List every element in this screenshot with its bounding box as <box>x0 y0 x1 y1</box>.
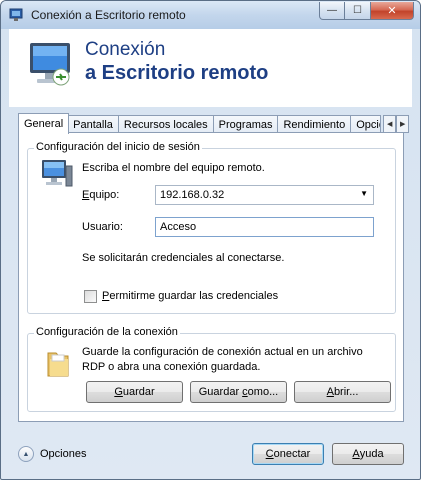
computer-label: Equipo: <box>82 189 120 201</box>
folder-icon <box>47 352 69 377</box>
tab-panel-general: Configuración del inicio de sesión Escri… <box>18 132 404 422</box>
help-button[interactable]: Ayuda <box>332 443 404 465</box>
options-label[interactable]: Opciones <box>40 448 86 460</box>
title-bar[interactable]: Conexión a Escritorio remoto — ☐ ✕ <box>1 1 420 29</box>
instruction-text: Escriba el nombre del equipo remoto. <box>82 162 265 174</box>
window-title: Conexión a Escritorio remoto <box>31 8 186 22</box>
remote-desktop-app-icon <box>9 8 23 21</box>
connection-description-line1: Guarde la configuración de conexión actu… <box>82 346 363 358</box>
login-settings-group: Configuración del inicio de sesión Escri… <box>27 141 396 314</box>
minimize-button[interactable]: — <box>319 2 345 20</box>
remote-desktop-window: Conexión a Escritorio remoto — ☐ ✕ Conex… <box>0 0 421 480</box>
user-label: Usuario: <box>82 221 123 233</box>
computer-combobox[interactable]: 192.168.0.32 ▼ <box>155 185 374 205</box>
remember-credentials-label[interactable]: Permitirme guardar las credenciales <box>102 290 278 302</box>
expand-options-icon[interactable]: ▲ <box>18 446 34 462</box>
connection-group-title: Configuración de la conexión <box>34 326 180 338</box>
connection-description-line2: RDP o abra una conexión guardada. <box>82 361 261 373</box>
save-as-button[interactable]: Guardar c omo... <box>190 381 287 403</box>
save-button[interactable]: Guardar <box>86 381 183 403</box>
tab-scroll-buttons: ◀ ▶ <box>383 115 410 133</box>
remember-credentials-checkbox[interactable] <box>84 290 97 303</box>
connection-settings-group: Configuración de la conexión Guarde la c… <box>27 326 396 412</box>
computer-icon <box>42 160 73 187</box>
tab-scroll-left-button[interactable]: ◀ <box>383 115 397 133</box>
caption-buttons: — ☐ ✕ <box>319 2 414 20</box>
login-group-title: Configuración del inicio de sesión <box>34 141 202 153</box>
banner-title-line2: a Escritorio remoto <box>85 62 269 84</box>
user-input[interactable]: Acceso <box>155 217 374 237</box>
tab-scroll-right-button[interactable]: ▶ <box>396 115 410 133</box>
credentials-note: Se solicitarán credenciales al conectars… <box>82 252 285 264</box>
close-button[interactable]: ✕ <box>371 2 414 20</box>
user-value: Acceso <box>160 221 197 233</box>
open-button[interactable]: Abrir... <box>294 381 391 403</box>
connect-button[interactable]: Conectar <box>252 443 324 465</box>
tab-general[interactable]: General <box>18 113 70 134</box>
banner-title-line1: Conexión <box>85 39 166 60</box>
tab-strip: General Pantalla Recursos locales Progra… <box>18 113 410 134</box>
header-banner: Conexión a Escritorio remoto <box>9 29 412 107</box>
remote-desktop-monitor-icon <box>30 43 70 86</box>
maximize-button[interactable]: ☐ <box>345 2 371 20</box>
chevron-down-icon[interactable]: ▼ <box>360 189 368 198</box>
computer-value: 192.168.0.32 <box>160 189 225 201</box>
